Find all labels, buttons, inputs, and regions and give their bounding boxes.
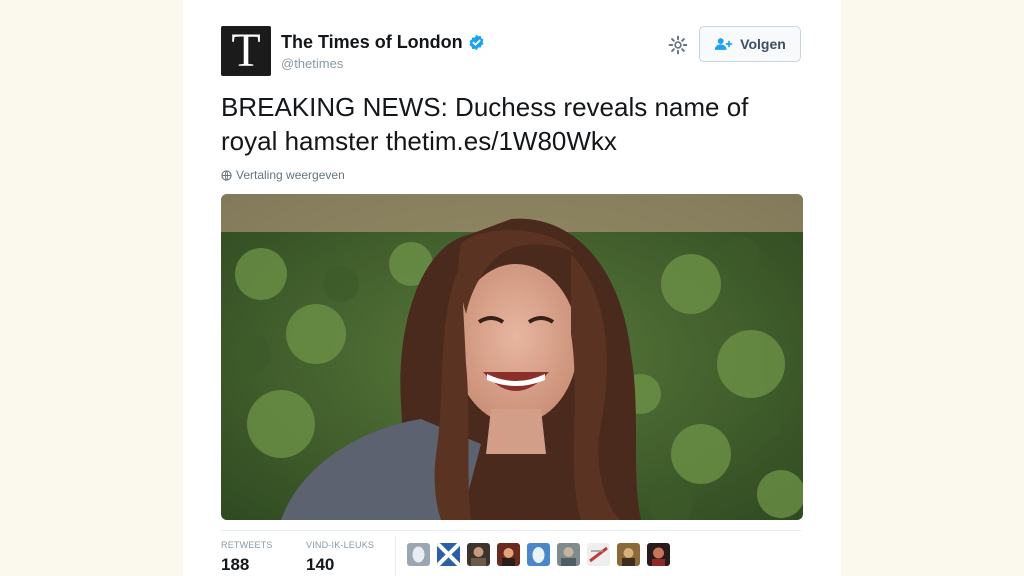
stats-separator: [395, 536, 396, 576]
tweet-photo[interactable]: [221, 194, 803, 520]
translate-label: Vertaling weergeven: [236, 168, 345, 182]
globe-icon: [221, 169, 232, 181]
tweet-text: BREAKING NEWS: Duchess reveals name of r…: [221, 90, 801, 158]
liker-avatar[interactable]: [617, 543, 640, 566]
liker-avatar[interactable]: [407, 543, 430, 566]
tweet-link[interactable]: thetim.es/1W80Wkx: [386, 126, 617, 156]
follow-button[interactable]: Volgen: [699, 26, 801, 62]
retweets-label: RETWEETS: [221, 540, 273, 550]
gear-icon[interactable]: [668, 35, 688, 55]
logo-letter: T: [231, 24, 261, 77]
liker-avatar[interactable]: [527, 543, 550, 566]
follow-label: Volgen: [740, 36, 786, 52]
likes-label: VIND-IK-LEUKS: [306, 540, 375, 550]
liker-avatar[interactable]: [497, 543, 520, 566]
stats-divider: [221, 530, 801, 531]
tweet-card: T The Times of London @thetimes Volgen B…: [183, 0, 841, 576]
liker-avatars: [407, 543, 677, 566]
retweets-count: 188: [221, 555, 250, 574]
likes-count: 140: [306, 555, 335, 574]
translate-link[interactable]: Vertaling weergeven: [221, 168, 345, 182]
account-name[interactable]: The Times of London: [281, 32, 463, 53]
liker-avatar[interactable]: [647, 543, 670, 566]
add-user-icon: [715, 38, 733, 50]
liker-avatar[interactable]: [437, 543, 460, 566]
liker-avatar[interactable]: [557, 543, 580, 566]
liker-avatar[interactable]: [587, 543, 610, 566]
account-name-row[interactable]: The Times of London: [281, 32, 485, 53]
account-handle[interactable]: @thetimes: [281, 56, 343, 71]
likes-stat[interactable]: VIND-IK-LEUKS 140: [306, 540, 374, 575]
account-avatar[interactable]: T: [221, 26, 271, 76]
liker-avatar[interactable]: [467, 543, 490, 566]
verified-badge-icon: [468, 34, 485, 51]
retweets-stat[interactable]: RETWEETS 188: [221, 540, 273, 575]
